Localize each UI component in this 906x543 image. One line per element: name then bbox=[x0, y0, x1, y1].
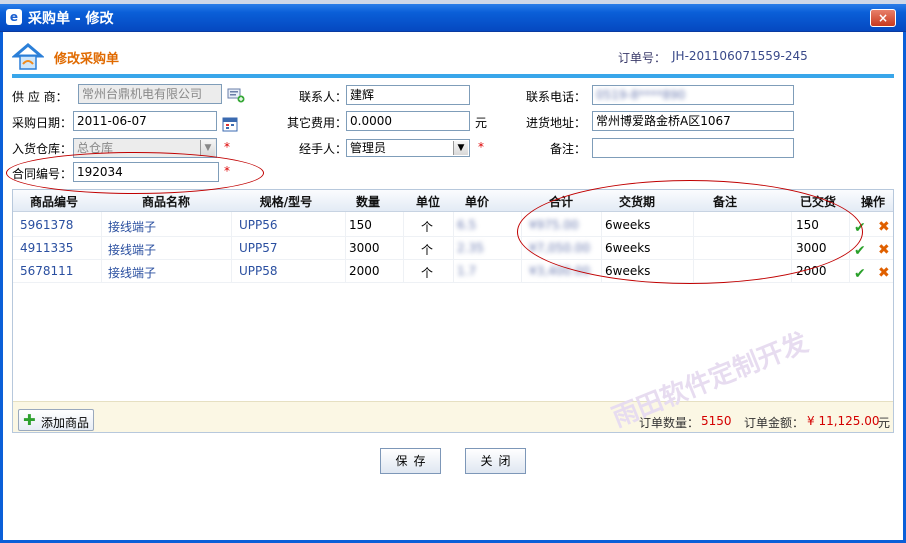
phone-label: 联系电话： bbox=[526, 90, 587, 104]
select-supplier-icon[interactable] bbox=[227, 87, 245, 103]
contact-field[interactable]: 建辉 bbox=[346, 85, 470, 105]
header-name: 商品名称 bbox=[141, 195, 190, 209]
table-footer: ✚ 添加商品 订单数量： 5150 订单金额： ¥ 11,125.00 元 bbox=[13, 401, 893, 432]
order-qty-value: 5150 bbox=[701, 414, 732, 428]
cell-name: 接线端子 bbox=[108, 266, 157, 280]
cell-price: 1.7 bbox=[457, 264, 477, 278]
cell-unit: 个 bbox=[421, 220, 434, 234]
plus-icon: ✚ bbox=[23, 411, 36, 429]
titlebar-strip bbox=[0, 0, 906, 4]
header-code: 商品编号 bbox=[29, 195, 78, 209]
cell-qty: 3000 bbox=[349, 241, 380, 255]
remark-field[interactable] bbox=[592, 138, 794, 158]
header-price: 单价 bbox=[464, 195, 489, 209]
window-close-button[interactable]: × bbox=[870, 9, 896, 27]
warehouse-label: 入货仓库： bbox=[12, 142, 73, 156]
order-amount-value: ¥ 11,125.00 bbox=[807, 414, 880, 428]
remark-label: 备注： bbox=[550, 142, 587, 156]
check-icon[interactable]: ✔ bbox=[854, 266, 866, 282]
handler-value: 管理员 bbox=[350, 141, 387, 155]
required-mark: * bbox=[224, 140, 230, 154]
purchase-date-field[interactable]: 2011-06-07 bbox=[73, 111, 217, 131]
cell-price: 2.35 bbox=[457, 241, 484, 255]
header-qty: 数量 bbox=[355, 195, 380, 209]
highlight-ellipse-contract bbox=[6, 152, 264, 194]
order-number: JH-201106071559-245 bbox=[672, 49, 808, 63]
calendar-icon[interactable] bbox=[222, 116, 238, 132]
close-button[interactable]: 关闭 bbox=[465, 448, 526, 474]
cell-qty: 2000 bbox=[349, 264, 380, 278]
required-mark: * bbox=[478, 140, 484, 154]
order-amount-label: 订单金额： bbox=[744, 416, 805, 430]
chevron-down-icon: ▼ bbox=[200, 140, 215, 156]
window-titlebar: e 采购单 - 修改 × bbox=[0, 0, 906, 32]
cell-code[interactable]: 5961378 bbox=[20, 218, 73, 232]
chevron-down-icon: ▼ bbox=[453, 141, 468, 155]
address-field[interactable]: 常州博爱路金桥A区1067 bbox=[592, 111, 794, 131]
window-title: 采购单 - 修改 bbox=[28, 11, 114, 27]
supplier-field[interactable]: 常州台鼎机电有限公司 bbox=[78, 84, 222, 104]
delete-icon[interactable]: ✖ bbox=[878, 242, 890, 258]
highlight-ellipse-delivery bbox=[517, 180, 863, 284]
header-divider bbox=[12, 74, 894, 78]
header-actions: 操作 bbox=[860, 195, 885, 209]
cell-name: 接线端子 bbox=[108, 243, 157, 257]
cell-name: 接线端子 bbox=[108, 220, 157, 234]
other-fee-unit: 元 bbox=[475, 116, 488, 130]
contact-label: 联系人： bbox=[299, 90, 348, 104]
cell-price: 6.5 bbox=[457, 218, 477, 232]
handler-select[interactable]: 管理员 ▼ bbox=[346, 139, 470, 157]
header-spec: 规格/型号 bbox=[259, 195, 313, 209]
delete-icon[interactable]: ✖ bbox=[878, 265, 890, 281]
page-title: 修改采购单 bbox=[54, 52, 120, 67]
save-button[interactable]: 保存 bbox=[380, 448, 441, 474]
other-fee-label: 其它费用： bbox=[287, 116, 348, 130]
header-unit: 单位 bbox=[415, 195, 440, 209]
cell-qty: 150 bbox=[349, 218, 372, 232]
handler-label: 经手人： bbox=[299, 142, 348, 156]
supplier-label: 供 应 商： bbox=[12, 90, 68, 104]
cell-unit: 个 bbox=[421, 243, 434, 257]
ie-icon: e bbox=[6, 9, 22, 25]
add-product-label: 添加商品 bbox=[41, 416, 90, 430]
purchase-date-label: 采购日期： bbox=[12, 116, 73, 130]
cell-spec: UPP57 bbox=[239, 241, 278, 255]
address-label: 进货地址： bbox=[526, 116, 587, 130]
delete-icon[interactable]: ✖ bbox=[878, 219, 890, 235]
phone-value: 0519-8****890 bbox=[596, 88, 686, 102]
cell-spec: UPP58 bbox=[239, 264, 278, 278]
phone-field[interactable]: 0519-8****890 bbox=[592, 85, 794, 105]
cell-code[interactable]: 4911335 bbox=[20, 241, 73, 255]
house-icon bbox=[12, 43, 44, 70]
order-number-label: 订单号： bbox=[618, 51, 667, 65]
cell-code[interactable]: 5678111 bbox=[20, 264, 73, 278]
add-product-button[interactable]: ✚ 添加商品 bbox=[18, 409, 94, 431]
order-amount-unit: 元 bbox=[878, 416, 891, 430]
cell-unit: 个 bbox=[421, 266, 434, 280]
other-fee-field[interactable]: 0.0000 bbox=[346, 111, 470, 131]
cell-spec: UPP56 bbox=[239, 218, 278, 232]
